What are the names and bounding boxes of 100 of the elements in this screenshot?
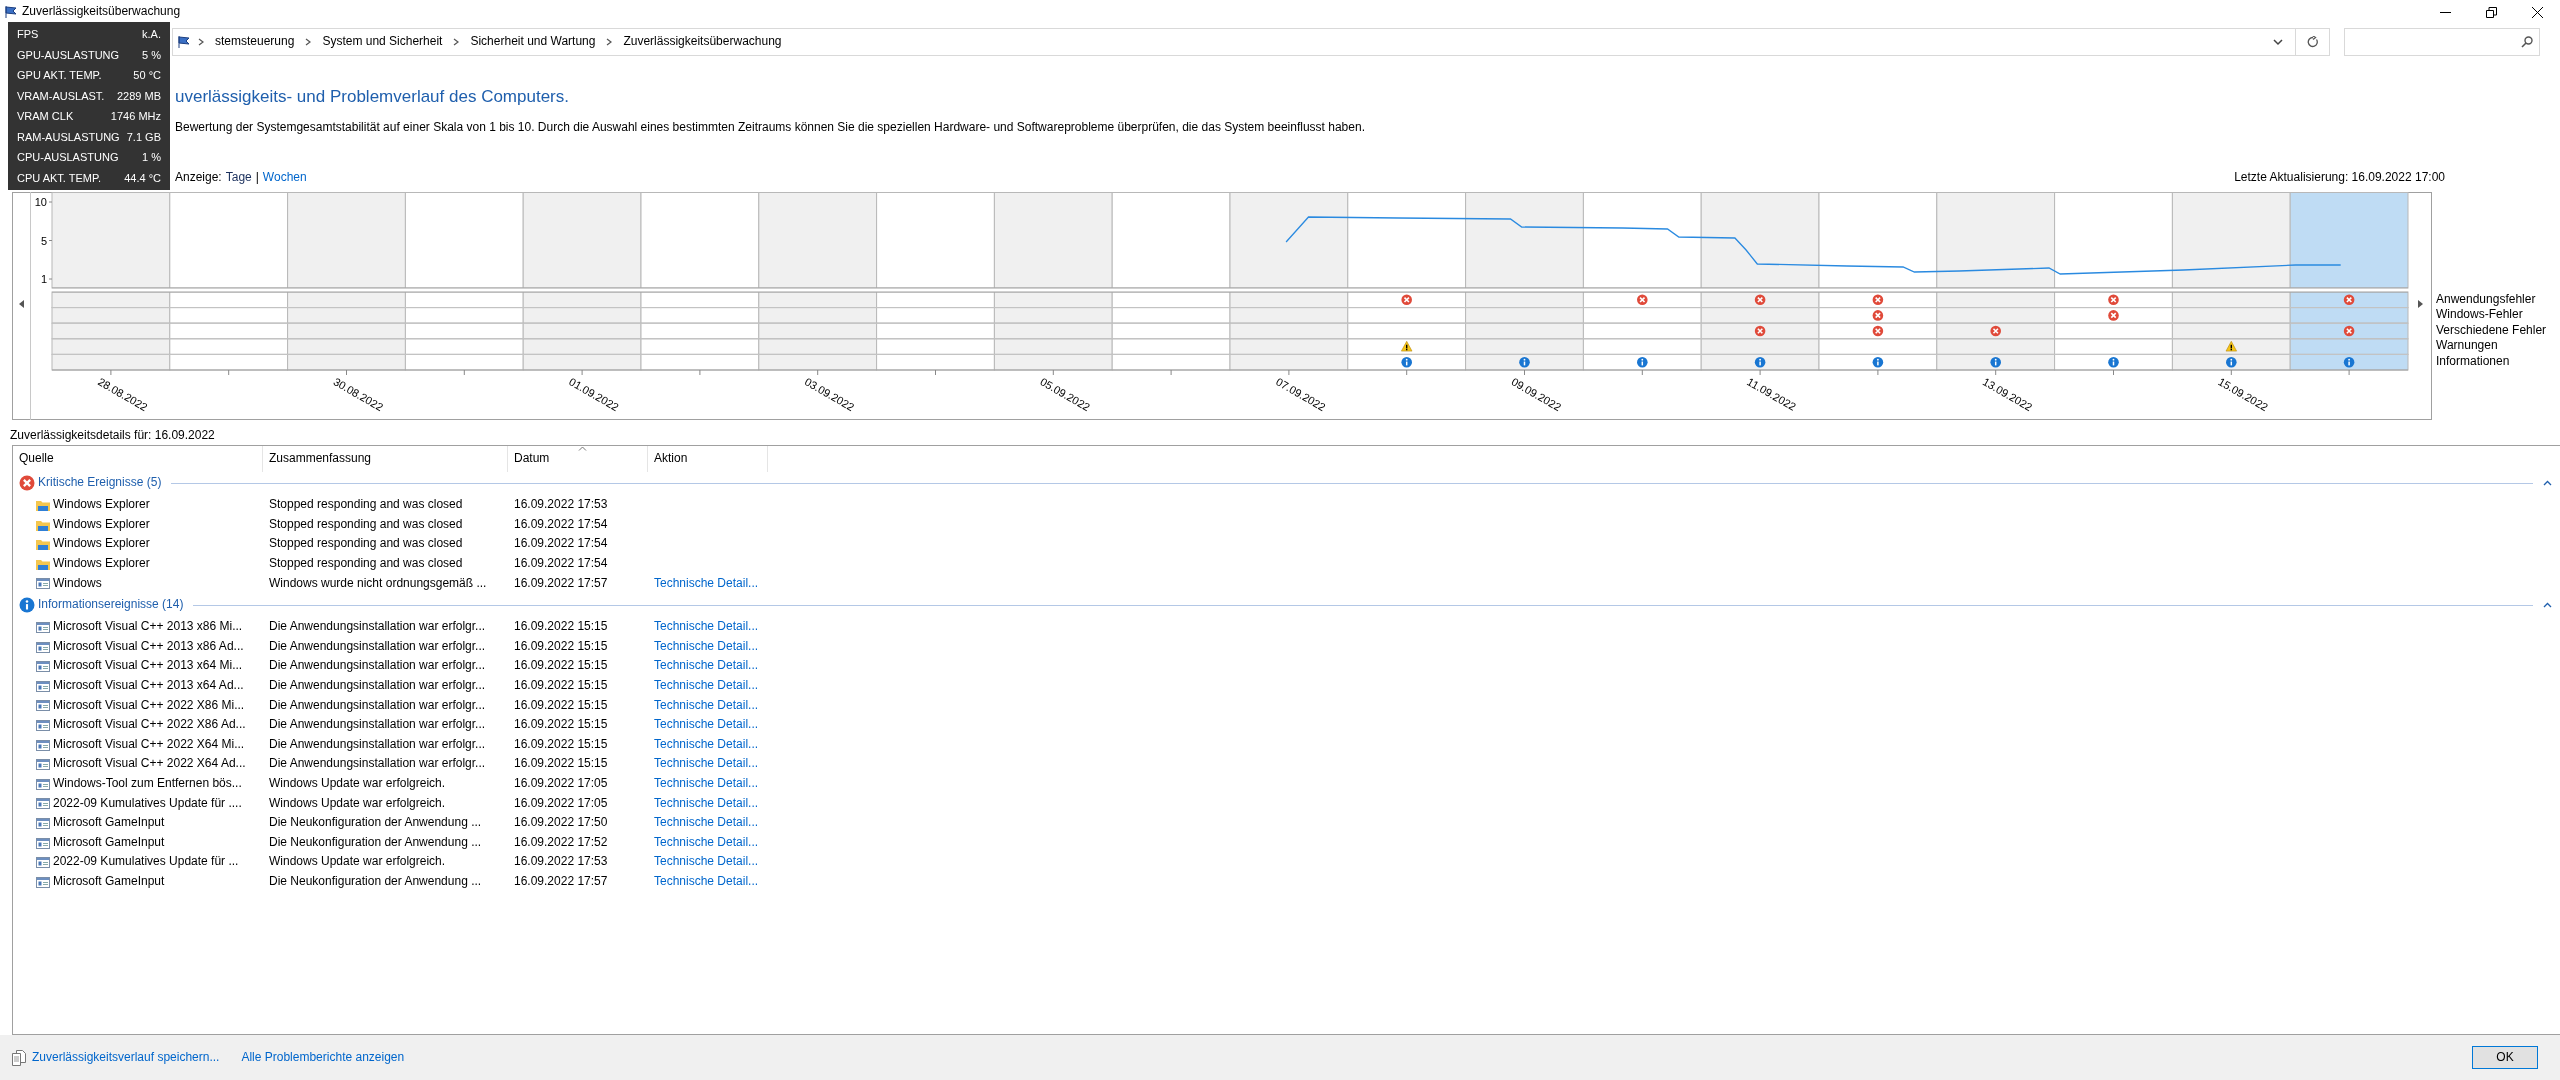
column-header[interactable]: Datum — [508, 446, 648, 472]
day-column[interactable] — [2171, 191, 2291, 289]
day-column[interactable] — [1347, 191, 1467, 289]
error-icon — [19, 475, 35, 491]
column-header[interactable]: Aktion — [648, 446, 768, 472]
date-text: 16.09.2022 15:15 — [513, 717, 609, 733]
dropdown-icon[interactable] — [2273, 38, 2283, 46]
breadcrumb-item[interactable]: stemsteuerung — [211, 34, 299, 50]
column-header[interactable]: Quelle — [13, 446, 263, 472]
details-link[interactable]: Technische Detail... — [654, 756, 759, 771]
overlay-value: 1 % — [142, 150, 161, 165]
day-column[interactable] — [1465, 191, 1584, 289]
summary-text: Windows Update war erfolgreich. — [268, 854, 447, 870]
breadcrumb-item[interactable]: System und Sicherheit — [318, 34, 447, 50]
date-text: 16.09.2022 15:15 — [513, 658, 609, 675]
day-column[interactable] — [287, 191, 406, 289]
breadcrumb-item[interactable]: Sicherheit und Wartung — [466, 34, 600, 50]
scroll-left-icon[interactable] — [19, 299, 24, 308]
document-icon[interactable] — [12, 1049, 26, 1066]
footer-link[interactable]: Alle Problemberichte anzeigen — [241, 1049, 405, 1066]
details-link[interactable]: Technische Detail... — [654, 619, 759, 634]
day-column[interactable] — [2054, 191, 2173, 289]
breadcrumb-item[interactable]: Zuverlässigkeitsüberwachung — [619, 34, 786, 50]
details-link[interactable]: Technische Detail... — [654, 854, 759, 869]
refresh-icon[interactable] — [2306, 36, 2319, 48]
day-column[interactable] — [1936, 191, 2056, 289]
info-icon — [1401, 356, 1412, 368]
details-link[interactable]: Technische Detail... — [654, 776, 759, 790]
date-text: 16.09.2022 15:15 — [513, 736, 609, 753]
day-column[interactable] — [169, 191, 289, 289]
group-title[interactable]: Kritische Ereignisse (5) — [38, 475, 162, 492]
source-text: Microsoft Visual C++ 2013 x64 Mi... — [53, 658, 243, 675]
details-link[interactable]: Technische Detail... — [654, 717, 759, 732]
details-link[interactable]: Technische Detail... — [654, 697, 759, 712]
footer-link[interactable]: Zuverlässigkeitsverlauf speichern... — [32, 1049, 220, 1066]
search-field[interactable] — [2344, 28, 2540, 56]
address-bar[interactable]: stemsteuerung System und Sicherheit Sicherheit und Wartung Zuverlässigkeitsüberwachung — [172, 28, 2330, 56]
window-icon — [35, 835, 51, 850]
details-link[interactable]: Technische Detail... — [654, 678, 759, 693]
overlay-value: 5 % — [142, 47, 161, 62]
summary-text: Stopped responding and was closed — [268, 556, 464, 572]
day-column[interactable] — [993, 191, 1113, 289]
warning-icon — [2225, 340, 2237, 352]
day-column[interactable] — [1229, 191, 1349, 289]
date-text: 16.09.2022 15:15 — [513, 638, 609, 655]
view-option[interactable]: Tage — [225, 169, 252, 186]
day-column[interactable] — [1111, 191, 1231, 289]
scroll-right-icon[interactable] — [2418, 299, 2423, 308]
day-column[interactable] — [758, 191, 878, 289]
axis-label: 5 — [40, 234, 47, 247]
folder-icon — [35, 537, 51, 552]
date-text: 16.09.2022 17:54 — [513, 536, 609, 553]
day-column[interactable] — [876, 191, 995, 289]
date-text: 16.09.2022 17:53 — [513, 497, 609, 513]
column-header[interactable]: Zusammenfassung — [263, 446, 508, 472]
close-icon[interactable] — [2531, 6, 2543, 18]
search-icon[interactable] — [2521, 36, 2533, 48]
error-icon — [1872, 325, 1884, 336]
source-text: Windows-Tool zum Entfernen bös... — [53, 776, 242, 792]
source-text: Microsoft Visual C++ 2013 x64 Ad... — [53, 678, 244, 694]
day-column[interactable] — [1582, 191, 1702, 289]
summary-text: Die Neukonfiguration der Anwendung ... — [268, 834, 483, 851]
chevron-icon — [197, 38, 205, 46]
day-column[interactable] — [1818, 191, 1938, 289]
details-link[interactable]: Technische Detail... — [654, 834, 759, 849]
legend-label: Anwendungsfehler — [2436, 291, 2537, 308]
overlay-value: 7.1 GB — [126, 129, 161, 144]
warning-icon — [1401, 340, 1413, 352]
view-label: Anzeige: — [175, 169, 222, 186]
details-link[interactable]: Technische Detail... — [654, 795, 759, 810]
chevron-icon — [452, 38, 461, 46]
details-link[interactable]: Technische Detail... — [654, 638, 759, 653]
window-icon — [35, 659, 51, 674]
collapse-icon[interactable] — [2543, 480, 2552, 487]
summary-text: Die Neukonfiguration der Anwendung ... — [268, 873, 483, 890]
day-column[interactable] — [522, 191, 642, 289]
summary-text: Die Anwendungsinstallation war erfolgr... — [268, 717, 487, 733]
day-column[interactable] — [1700, 191, 1820, 289]
day-column[interactable] — [2289, 191, 2409, 289]
legend-label: Informationen — [2436, 354, 2511, 370]
view-option[interactable]: Wochen — [262, 169, 307, 186]
day-column[interactable] — [404, 191, 524, 289]
overlay-value: k.A. — [142, 27, 161, 42]
details-link[interactable]: Technische Detail... — [654, 873, 759, 888]
ok-button[interactable]: OK — [2472, 1046, 2538, 1069]
date-text: 16.09.2022 17:05 — [513, 795, 609, 812]
details-link[interactable]: Technische Detail... — [654, 736, 759, 751]
restore-icon[interactable] — [2485, 6, 2497, 18]
window-icon — [35, 776, 51, 791]
summary-text: Stopped responding and was closed — [268, 516, 464, 533]
details-link[interactable]: Technische Detail... — [654, 575, 759, 590]
details-link[interactable]: Technische Detail... — [654, 658, 759, 673]
day-column[interactable] — [51, 191, 171, 289]
collapse-icon[interactable] — [2543, 602, 2552, 609]
group-title[interactable]: Informationsereignisse (14) — [38, 597, 184, 614]
source-text: Windows Explorer — [53, 516, 150, 533]
day-column[interactable] — [640, 191, 760, 289]
date-text: 16.09.2022 17:54 — [513, 516, 609, 533]
flag-icon — [177, 35, 191, 49]
details-link[interactable]: Technische Detail... — [654, 815, 759, 830]
